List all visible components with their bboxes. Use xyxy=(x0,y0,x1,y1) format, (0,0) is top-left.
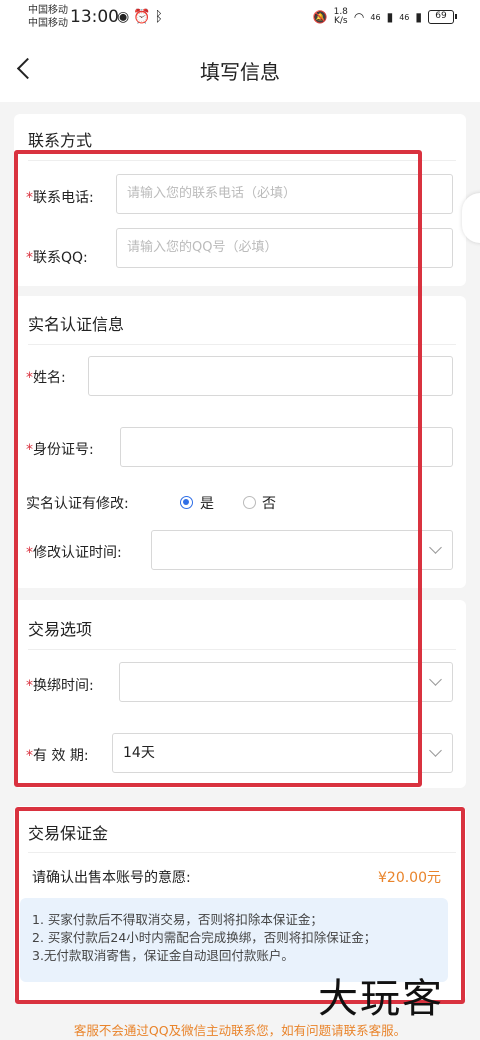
status-right: 🔕 1.8 K/s ◠ 46 ▮ 46 ▮ 69 xyxy=(312,7,457,26)
status-bar: 中国移动 中国移动 13:00 ◉⏰ᛒ 🔕 1.8 K/s ◠ 46 ▮ 46 ▮… xyxy=(0,0,480,36)
bluetooth-icon: ᛒ xyxy=(154,9,168,25)
watermark-logo: 大玩客 xyxy=(318,976,444,1022)
page-title: 填写信息 xyxy=(200,60,280,84)
nav-bar: 填写信息 xyxy=(0,36,480,102)
mute-icon: 🔕 xyxy=(312,10,328,24)
chevron-down-icon xyxy=(429,541,442,554)
carrier-2: 中国移动 xyxy=(28,18,68,29)
network-type: 46 xyxy=(370,12,381,22)
footer-notice: 客服不会通过QQ及微信主动联系您，如有问题请联系客服。 xyxy=(73,1023,407,1038)
eye-icon: ◉ xyxy=(117,9,134,25)
floating-handle[interactable] xyxy=(462,193,480,243)
status-icons: ◉⏰ᛒ xyxy=(117,9,167,25)
chevron-down-icon xyxy=(429,744,442,757)
network-type-2: 46 xyxy=(399,12,410,22)
highlight-box-form xyxy=(14,150,422,787)
signal-icon-2: ▮ xyxy=(415,10,422,24)
alarm-icon: ⏰ xyxy=(133,9,155,25)
clock: 13:00 xyxy=(70,7,119,27)
net-speed: 1.8 K/s xyxy=(333,7,348,26)
chevron-down-icon xyxy=(429,673,442,686)
contact-title: 联系方式 xyxy=(28,131,93,150)
signal-icon: ▮ xyxy=(386,10,394,24)
carrier-1: 中国移动 xyxy=(28,5,68,16)
wifi-icon: ◠ xyxy=(353,10,365,24)
battery-icon: 69 xyxy=(428,10,457,24)
